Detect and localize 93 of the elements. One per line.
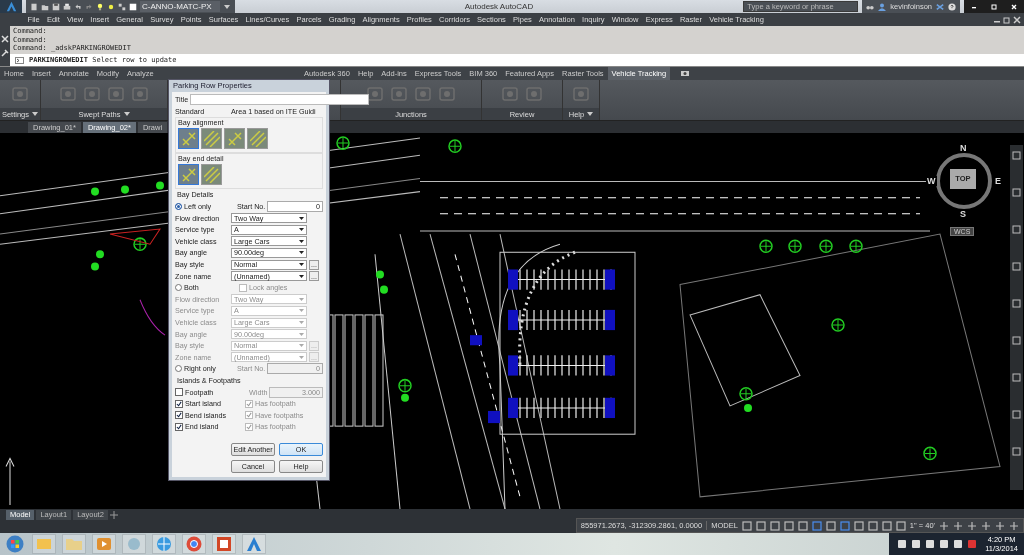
- status-tool-icon[interactable]: [881, 520, 892, 531]
- nav-tool-icon[interactable]: [1012, 299, 1021, 308]
- status-tool-icon[interactable]: [867, 520, 878, 531]
- status-tool-icon[interactable]: [741, 520, 752, 531]
- close-icon[interactable]: [1, 35, 9, 43]
- status-tool-icon[interactable]: [755, 520, 766, 531]
- open-folder-icon[interactable]: [41, 2, 49, 11]
- compass-label: N: [959, 143, 968, 153]
- camera-icon[interactable]: [680, 69, 691, 78]
- hatch-pattern-icon: [203, 166, 220, 183]
- tool-icon[interactable]: [366, 86, 384, 102]
- tray-icon[interactable]: [939, 539, 950, 549]
- hatch-pattern-icon: [180, 166, 197, 183]
- color-swatch-icon[interactable]: [129, 2, 137, 11]
- nav-tool-icon[interactable]: [1012, 410, 1021, 419]
- status-tool-icon[interactable]: [797, 520, 808, 531]
- nav-tool-icon[interactable]: [1012, 151, 1021, 160]
- help-icon[interactable]: [948, 2, 956, 11]
- undo-icon[interactable]: [74, 2, 82, 11]
- status-tool-icon[interactable]: [953, 520, 963, 531]
- exchange-icon[interactable]: [936, 2, 944, 11]
- sun-icon[interactable]: [107, 2, 115, 11]
- hatch-pattern-icon: [226, 130, 243, 147]
- close-icon[interactable]: [1013, 15, 1021, 24]
- hatch-pattern-icon: [203, 130, 220, 147]
- globe-icon: [155, 535, 173, 553]
- new-file-icon[interactable]: [30, 2, 38, 11]
- compass-label: W: [926, 176, 937, 186]
- layers-icon[interactable]: [118, 2, 126, 11]
- status-tool-icon[interactable]: [811, 520, 822, 531]
- status-tool-icon[interactable]: [895, 520, 906, 531]
- triangle-logo-icon: [5, 1, 17, 12]
- status-tool-icon[interactable]: [939, 520, 949, 531]
- taskbar-app-button[interactable]: [92, 534, 116, 554]
- tray-icon[interactable]: [925, 539, 936, 549]
- print-icon[interactable]: [63, 2, 71, 11]
- tray-icon[interactable]: [897, 539, 908, 549]
- status-tool-icon[interactable]: [825, 520, 836, 531]
- wrench-icon[interactable]: [1, 49, 9, 57]
- tray-icon[interactable]: [953, 539, 964, 549]
- status-tool-icon[interactable]: [1009, 520, 1019, 531]
- user-icon[interactable]: [878, 2, 887, 11]
- close-icon: [1010, 2, 1018, 11]
- hatch-pattern-icon: [249, 130, 266, 147]
- nav-tool-icon[interactable]: [1012, 447, 1021, 456]
- bay-option-button[interactable]: [201, 128, 222, 150]
- save-icon[interactable]: [52, 2, 60, 11]
- bay-option-button[interactable]: [201, 164, 222, 186]
- presentation-icon: [215, 535, 233, 553]
- dropdown-arrow-icon[interactable]: [222, 2, 231, 11]
- lightbulb-icon[interactable]: [96, 2, 104, 11]
- dropdown-arrow-icon[interactable]: [32, 111, 39, 117]
- bay-option-button[interactable]: [247, 128, 268, 150]
- bay-option-button[interactable]: [224, 128, 245, 150]
- layer-dropdown[interactable]: C-ANNO-MATC-PX: [140, 1, 220, 12]
- bay-option-button[interactable]: [178, 164, 199, 186]
- command-prompt-icon: [15, 56, 24, 64]
- dropdown-arrow-icon[interactable]: [123, 111, 130, 117]
- status-tool-icon[interactable]: [981, 520, 991, 531]
- status-tool-icon[interactable]: [839, 520, 850, 531]
- checkbox[interactable]: [175, 388, 183, 397]
- media-player-icon: [95, 535, 113, 553]
- add-icon[interactable]: [109, 511, 118, 519]
- compass-label: S: [959, 209, 967, 219]
- application-button[interactable]: [0, 0, 22, 13]
- compass-label: E: [994, 176, 1002, 186]
- status-tool-icon[interactable]: [769, 520, 780, 531]
- status-tool-icon[interactable]: [995, 520, 1005, 531]
- status-tool-icon[interactable]: [853, 520, 864, 531]
- dropdown-arrow-icon: [299, 320, 304, 325]
- status-tool-icon[interactable]: [783, 520, 794, 531]
- hatch-pattern-icon: [180, 130, 197, 147]
- checkbox[interactable]: [175, 399, 183, 408]
- taskbar-app-button[interactable]: [242, 534, 266, 554]
- nav-tool-icon[interactable]: [1012, 225, 1021, 234]
- checkbox[interactable]: [175, 411, 183, 420]
- nav-tool-icon[interactable]: [1012, 373, 1021, 382]
- windows-logo-icon: [6, 535, 24, 553]
- checkbox[interactable]: [175, 422, 183, 431]
- window-title: Autodesk AutoCAD: [463, 2, 535, 11]
- nav-tool-icon[interactable]: [1012, 262, 1021, 271]
- nav-tool-icon[interactable]: [1012, 336, 1021, 345]
- status-tool-icon[interactable]: [967, 520, 977, 531]
- tray-icon[interactable]: [911, 539, 922, 549]
- bay-option-button[interactable]: [178, 128, 199, 150]
- taskbar-app-button[interactable]: [182, 534, 206, 554]
- taskbar-app-button[interactable]: [212, 534, 236, 554]
- title-field[interactable]: [190, 94, 370, 106]
- browser-icon: [185, 535, 203, 553]
- start-button[interactable]: [4, 534, 26, 554]
- triangle-logo-icon: [245, 535, 263, 553]
- nav-tool-icon[interactable]: [1012, 188, 1021, 197]
- dropdown-arrow-icon[interactable]: [587, 111, 594, 117]
